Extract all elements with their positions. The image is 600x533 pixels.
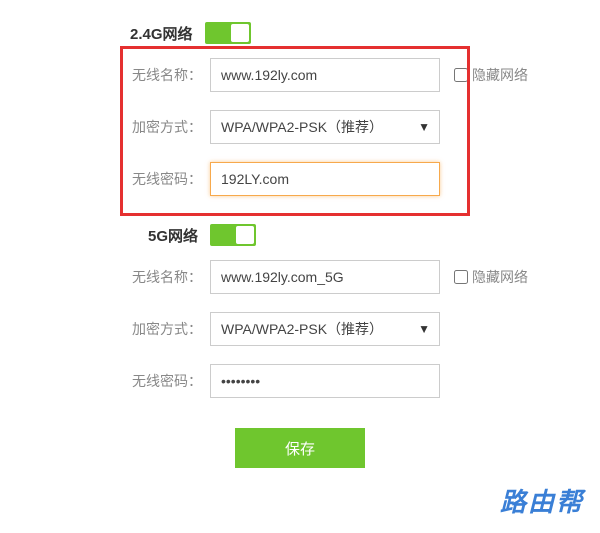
wifi-5g-ssid-input[interactable]	[210, 260, 440, 294]
wifi-5g-enc-wrap: WPA/WPA2-PSK（推荐） ▼	[210, 312, 440, 346]
hide-label: 隐藏网络	[472, 267, 528, 287]
wifi-24g-enc-wrap: WPA/WPA2-PSK（推荐） ▼	[210, 110, 440, 144]
toggle-knob	[231, 24, 249, 42]
pwd-label: 无线密码：	[0, 169, 210, 189]
ssid-label: 无线名称：	[0, 267, 210, 287]
wifi-5g-section: 5G网络 无线名称： 隐藏网络 加密方式： WPA/WPA2-PSK（推荐） ▼…	[0, 224, 600, 398]
ssid-label: 无线名称：	[0, 65, 210, 85]
watermark: 路由帮	[500, 482, 584, 519]
wifi-5g-pwd-input[interactable]	[210, 364, 440, 398]
wifi-24g-ssid-input[interactable]	[210, 58, 440, 92]
wifi-5g-enc-row: 加密方式： WPA/WPA2-PSK（推荐） ▼	[0, 312, 600, 346]
enc-label: 加密方式：	[0, 117, 210, 137]
save-row: 保存	[0, 428, 600, 468]
wifi-24g-title: 2.4G网络	[130, 23, 193, 44]
wifi-24g-pwd-input[interactable]	[210, 162, 440, 196]
wifi-5g-title: 5G网络	[148, 225, 198, 246]
wifi-5g-toggle[interactable]	[210, 224, 256, 246]
wifi-24g-hide-wrap[interactable]: 隐藏网络	[454, 65, 528, 85]
toggle-knob	[236, 226, 254, 244]
wifi-5g-pwd-row: 无线密码：	[0, 364, 600, 398]
hide-label: 隐藏网络	[472, 65, 528, 85]
enc-label: 加密方式：	[0, 319, 210, 339]
pwd-label: 无线密码：	[0, 371, 210, 391]
wifi-24g-header: 2.4G网络	[130, 22, 600, 44]
wifi-24g-enc-row: 加密方式： WPA/WPA2-PSK（推荐） ▼	[0, 110, 600, 144]
wifi-24g-hide-checkbox[interactable]	[454, 68, 468, 82]
wifi-5g-hide-checkbox[interactable]	[454, 270, 468, 284]
wifi-5g-header: 5G网络	[148, 224, 600, 246]
save-button[interactable]: 保存	[235, 428, 365, 468]
wifi-24g-ssid-row: 无线名称： 隐藏网络	[0, 58, 600, 92]
wifi-5g-enc-select[interactable]: WPA/WPA2-PSK（推荐）	[210, 312, 440, 346]
wifi-5g-hide-wrap[interactable]: 隐藏网络	[454, 267, 528, 287]
wifi-24g-section: 2.4G网络 无线名称： 隐藏网络 加密方式： WPA/WPA2-PSK（推荐）…	[0, 0, 600, 196]
wifi-24g-enc-select[interactable]: WPA/WPA2-PSK（推荐）	[210, 110, 440, 144]
wifi-24g-toggle[interactable]	[205, 22, 251, 44]
wifi-24g-pwd-row: 无线密码：	[0, 162, 600, 196]
wifi-5g-ssid-row: 无线名称： 隐藏网络	[0, 260, 600, 294]
